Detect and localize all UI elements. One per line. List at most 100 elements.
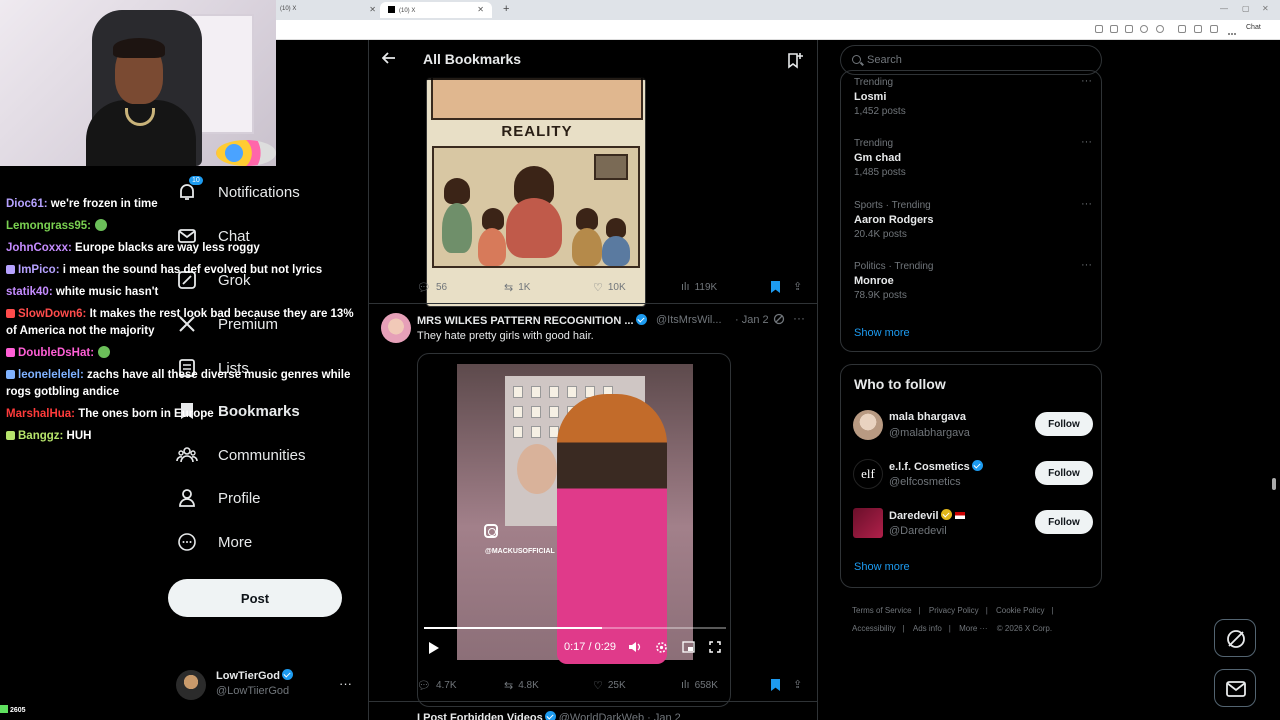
- copilot-chat-button[interactable]: Chat: [1246, 24, 1261, 31]
- elf-logo-icon[interactable]: elf: [853, 459, 883, 489]
- post-date[interactable]: · Jan 2: [735, 314, 769, 326]
- favorite-star-icon[interactable]: [1140, 25, 1148, 33]
- post-author-handle: @WorldDarkWeb: [558, 712, 645, 720]
- nav-profile[interactable]: Profile: [170, 478, 261, 518]
- suggestion-handle: @Daredevil: [889, 525, 947, 537]
- avatar[interactable]: [853, 410, 883, 440]
- video-frame[interactable]: @MACKUSOFFICIAL: [457, 364, 693, 664]
- trend-more-icon[interactable]: ···: [1081, 259, 1092, 271]
- follow-suggestion[interactable]: mala bhargava @malabhargava Follow: [853, 409, 1093, 443]
- new-bookmark-folder-icon[interactable]: [786, 51, 804, 69]
- close-tab-icon[interactable]: ✕: [369, 5, 376, 14]
- trend-more-icon[interactable]: ···: [1081, 198, 1092, 210]
- post-image[interactable]: REALITY: [426, 77, 646, 307]
- split-screen-icon[interactable]: [1178, 25, 1186, 33]
- account-more-icon[interactable]: ···: [339, 676, 352, 691]
- timeline-header: All Bookmarks: [369, 40, 817, 80]
- video-time: 0:17 / 0:29: [564, 641, 616, 653]
- nav-more[interactable]: More: [170, 522, 252, 562]
- footer-cookie-link[interactable]: Cookie Policy: [996, 606, 1044, 615]
- suggestion-name[interactable]: Daredevil: [889, 509, 965, 522]
- picture-in-picture-icon[interactable]: [682, 641, 695, 656]
- avatar[interactable]: [381, 313, 411, 343]
- post-author-name[interactable]: MRS WILKES PATTERN RECOGNITION ...: [417, 314, 647, 327]
- views-button[interactable]: ılı 119K: [681, 281, 717, 293]
- repost-button[interactable]: ⇆ 4.8K: [504, 679, 539, 692]
- verified-badge-icon: [544, 711, 556, 720]
- footer-privacy-link[interactable]: Privacy Policy: [929, 606, 979, 615]
- like-button[interactable]: ♡ 25K: [593, 679, 626, 692]
- messages-button[interactable]: [1214, 669, 1256, 707]
- trend-category: Sports · Trending: [854, 200, 931, 211]
- extension-icon[interactable]: [1110, 25, 1118, 33]
- footer-terms-link[interactable]: Terms of Service: [852, 606, 912, 615]
- close-window-icon[interactable]: ✕: [1262, 4, 1269, 13]
- follow-button[interactable]: Follow: [1035, 510, 1093, 534]
- collections-icon[interactable]: [1210, 25, 1218, 33]
- video-progress-bar[interactable]: [424, 627, 726, 629]
- footer-accessibility-link[interactable]: Accessibility: [852, 624, 896, 633]
- minimize-icon[interactable]: —: [1220, 4, 1228, 13]
- views-button[interactable]: ılı 658K: [681, 679, 718, 691]
- back-arrow-icon[interactable]: [381, 51, 396, 68]
- video-player[interactable]: @MACKUSOFFICIAL 0:17 / 0:29: [417, 353, 731, 707]
- follow-button[interactable]: Follow: [1035, 461, 1093, 485]
- trend-item[interactable]: Trending Gm chad 1,485 posts ···: [854, 136, 1094, 178]
- repost-button[interactable]: ⇆ 1K: [504, 281, 530, 294]
- video-watermark: @MACKUSOFFICIAL: [485, 548, 555, 555]
- post-text: They hate pretty girls with good hair.: [417, 330, 594, 342]
- follow-show-more-link[interactable]: Show more: [854, 561, 910, 573]
- trend-more-icon[interactable]: ···: [1081, 75, 1092, 87]
- apps-icon[interactable]: [1095, 25, 1103, 33]
- page-title: All Bookmarks: [423, 51, 522, 67]
- account-switcher[interactable]: LowTierGod @LowTiierGod ···: [176, 667, 356, 703]
- reply-button[interactable]: 💬︎ 56: [417, 281, 447, 294]
- refresh-icon[interactable]: [1156, 25, 1164, 33]
- chat-username: ImPico:: [18, 264, 60, 276]
- scrollbar[interactable]: [1272, 478, 1276, 490]
- fullscreen-icon[interactable]: [709, 641, 721, 656]
- play-icon[interactable]: [428, 641, 440, 658]
- browser-tab[interactable]: (10) X ✕: [272, 2, 384, 18]
- more-options-icon[interactable]: [1228, 25, 1236, 35]
- close-tab-icon[interactable]: ✕: [477, 5, 484, 14]
- follow-suggestion[interactable]: Daredevil @Daredevil Follow: [853, 507, 1093, 541]
- bookmark-active-icon[interactable]: [771, 679, 780, 691]
- comic-panel-top: [431, 78, 643, 120]
- follow-suggestion[interactable]: elf e.l.f. Cosmetics @elfcosmetics Follo…: [853, 458, 1093, 492]
- browser-tab-active[interactable]: (10) X ✕: [380, 2, 492, 18]
- share-icon[interactable]: ⇪: [793, 280, 802, 293]
- search-icon: [852, 55, 861, 64]
- trend-item[interactable]: Trending Losmi 1,452 posts ···: [854, 75, 1094, 117]
- reply-button[interactable]: 💬︎ 4.7K: [417, 679, 457, 692]
- chat-badge-icon: [6, 431, 15, 440]
- follow-button[interactable]: Follow: [1035, 412, 1093, 436]
- favorites-icon[interactable]: [1194, 25, 1202, 33]
- grok-button[interactable]: [1214, 619, 1256, 657]
- avatar[interactable]: [853, 508, 883, 538]
- footer-more-link[interactable]: More ···: [959, 624, 987, 633]
- post-more-icon[interactable]: ···: [793, 311, 805, 325]
- grok-analyze-icon[interactable]: [773, 313, 785, 328]
- zoom-icon[interactable]: [1125, 25, 1133, 33]
- trend-item[interactable]: Politics · Trending Monroe 78.9K posts ·…: [854, 259, 1094, 301]
- footer-ads-link[interactable]: Ads info: [913, 624, 942, 633]
- share-icon[interactable]: ⇪: [793, 678, 802, 691]
- trend-item[interactable]: Sports · Trending Aaron Rodgers 20.4K po…: [854, 198, 1094, 240]
- trends-show-more-link[interactable]: Show more: [854, 327, 910, 339]
- post-author-name[interactable]: I Post Forbidden Videos @WorldDarkWeb · …: [417, 711, 681, 720]
- suggestion-name[interactable]: mala bhargava: [889, 411, 966, 423]
- maximize-icon[interactable]: ▢: [1242, 4, 1250, 13]
- bookmark-active-icon[interactable]: [771, 281, 780, 293]
- post-author-handle[interactable]: @ItsMrsWil...: [656, 314, 722, 326]
- settings-gear-icon[interactable]: [655, 641, 668, 657]
- trend-more-icon[interactable]: ···: [1081, 136, 1092, 148]
- nav-label: Profile: [218, 489, 261, 507]
- volume-icon[interactable]: [628, 641, 642, 656]
- account-handle: @LowTiierGod: [216, 685, 290, 697]
- new-tab-button[interactable]: +: [503, 3, 509, 15]
- like-button[interactable]: ♡ 10K: [593, 281, 626, 294]
- suggestion-name[interactable]: e.l.f. Cosmetics: [889, 460, 983, 473]
- post-button[interactable]: Post: [168, 579, 342, 617]
- chat-message: Banggz: HUH: [6, 428, 361, 445]
